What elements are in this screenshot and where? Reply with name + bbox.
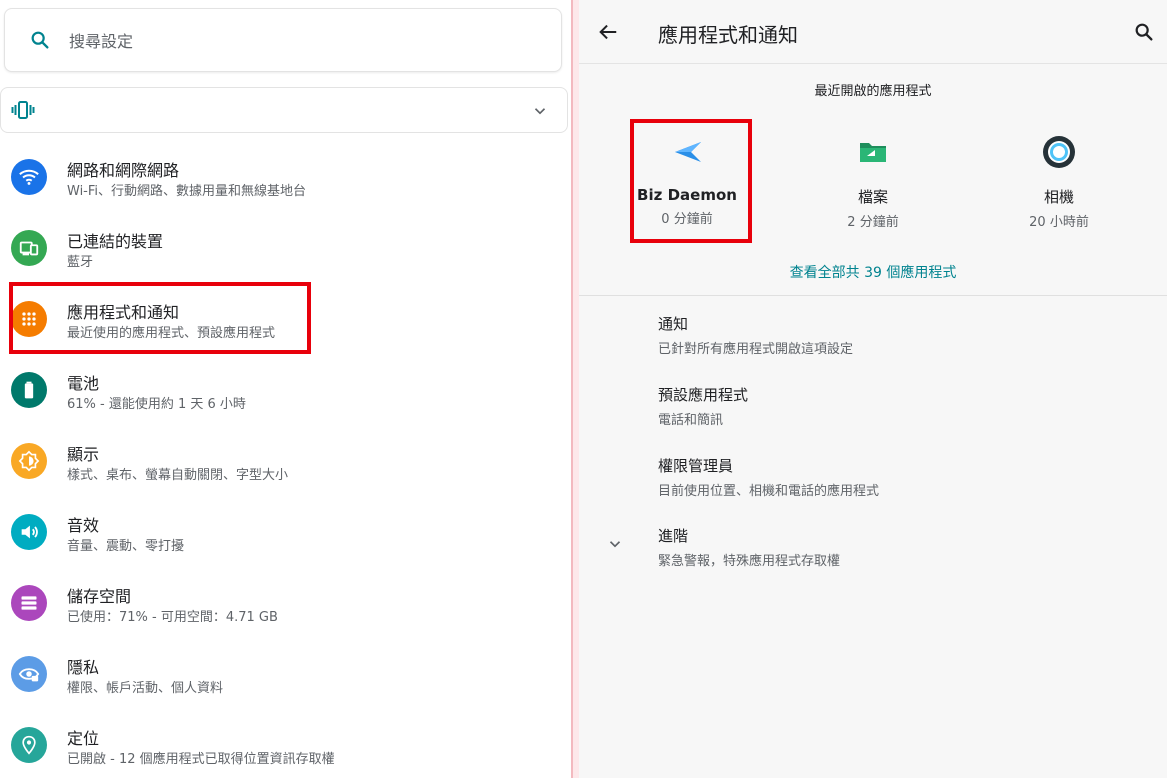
app-name: Biz Daemon (637, 186, 737, 204)
recent-app-camera[interactable]: 相機 20 小時前 (984, 130, 1134, 230)
display-icon (11, 443, 47, 479)
biz-daemon-icon (675, 142, 701, 162)
recent-app-biz-daemon[interactable]: Biz Daemon 0 分鐘前 (612, 130, 762, 227)
page-title: 應用程式和通知 (658, 23, 798, 47)
settings-item-title: 定位 (67, 729, 100, 748)
recent-apps-title: 最近開啟的應用程式 (814, 84, 932, 99)
settings-item-apps[interactable]: 應用程式和通知 最近使用的應用程式、預設應用程式 (0, 287, 570, 351)
see-all-apps-link[interactable]: 查看全部共 39 個應用程式 (579, 262, 1167, 282)
vibrate-suggestion-card[interactable] (0, 87, 568, 133)
recent-app-files[interactable]: 檔案 2 分鐘前 (798, 130, 948, 230)
files-icon (860, 143, 886, 162)
item-subtitle: 緊急警報，特殊應用程式存取權 (658, 554, 841, 569)
item-subtitle: 電話和簡訊 (658, 413, 724, 428)
settings-item-battery[interactable]: 電池 61% - 還能使用約 1 天 6 小時 (0, 358, 570, 422)
item-subtitle: 已針對所有應用程式開啟這項設定 (658, 342, 854, 357)
settings-item-storage[interactable]: 儲存空間 已使用：71% - 可用空間：4.71 GB (0, 571, 570, 635)
sound-icon (11, 514, 47, 550)
panel-divider (571, 0, 579, 778)
back-arrow-icon[interactable] (597, 21, 619, 43)
app-name: 相機 (1043, 188, 1074, 206)
app-time: 20 小時前 (1029, 215, 1089, 230)
settings-item-location[interactable]: 定位 已開啟 - 12 個應用程式已取得位置資訊存取權 (0, 713, 570, 777)
app-time: 0 分鐘前 (661, 212, 713, 227)
privacy-icon (11, 656, 47, 692)
settings-item-subtitle: Wi-Fi、行動網路、數據用量和無線基地台 (67, 184, 307, 199)
advanced-item[interactable]: 進階 緊急警報，特殊應用程式存取權 (658, 525, 1158, 569)
default-apps-item[interactable]: 預設應用程式 電話和簡訊 (658, 384, 1158, 428)
settings-item-subtitle: 樣式、桌布、螢幕自動關閉、字型大小 (67, 468, 289, 483)
top-app-bar: 應用程式和通知 (579, 0, 1167, 64)
vibrate-icon (11, 101, 35, 119)
settings-item-title: 音效 (67, 516, 100, 535)
apps-icon (11, 301, 47, 337)
search-placeholder: 搜尋設定 (69, 32, 134, 51)
settings-item-sound[interactable]: 音效 音量、震動、零打擾 (0, 500, 570, 564)
settings-item-title: 電池 (67, 374, 100, 393)
settings-item-title: 應用程式和通知 (67, 303, 180, 322)
screen: 搜尋設定 網路和網際網路 Wi-Fi、行動網路、數據用量和無線基地台 已連結的裝… (0, 0, 1167, 778)
settings-item-subtitle: 音量、震動、零打擾 (67, 539, 185, 554)
settings-item-subtitle: 已開啟 - 12 個應用程式已取得位置資訊存取權 (67, 752, 335, 767)
search-bar[interactable]: 搜尋設定 (4, 8, 562, 72)
app-name: 檔案 (857, 188, 888, 206)
location-icon (11, 727, 47, 763)
settings-item-title: 顯示 (67, 445, 100, 464)
devices-icon (11, 230, 47, 266)
settings-item-subtitle: 61% - 還能使用約 1 天 6 小時 (67, 397, 246, 412)
search-icon (31, 31, 49, 49)
settings-item-subtitle: 已使用：71% - 可用空間：4.71 GB (67, 610, 278, 625)
chevron-down-icon[interactable] (606, 535, 624, 553)
settings-item-devices[interactable]: 已連結的裝置 藍牙 (0, 216, 570, 280)
item-title: 預設應用程式 (658, 386, 749, 404)
settings-item-subtitle: 最近使用的應用程式、預設應用程式 (67, 326, 276, 341)
settings-panel: 搜尋設定 網路和網際網路 Wi-Fi、行動網路、數據用量和無線基地台 已連結的裝… (0, 0, 570, 778)
chevron-down-icon[interactable] (531, 102, 549, 120)
settings-item-subtitle: 藍牙 (67, 255, 94, 270)
item-subtitle: 目前使用位置、相機和電話的應用程式 (658, 484, 880, 499)
apps-notifications-panel: 應用程式和通知 最近開啟的應用程式 Biz Daemon 0 分鐘前 檔案 2 … (579, 0, 1167, 778)
wifi-icon (11, 159, 47, 195)
settings-item-title: 網路和網際網路 (67, 161, 180, 180)
camera-icon (1043, 136, 1075, 168)
item-title: 進階 (658, 527, 689, 545)
section-divider (579, 295, 1167, 296)
settings-item-title: 隱私 (67, 658, 100, 677)
settings-item-title: 已連結的裝置 (67, 232, 164, 251)
permission-manager-item[interactable]: 權限管理員 目前使用位置、相機和電話的應用程式 (658, 455, 1158, 499)
settings-item-title: 儲存空間 (67, 587, 132, 606)
settings-item-network[interactable]: 網路和網際網路 Wi-Fi、行動網路、數據用量和無線基地台 (0, 145, 570, 209)
app-time: 2 分鐘前 (847, 215, 899, 230)
battery-icon (11, 372, 47, 408)
settings-item-privacy[interactable]: 隱私 權限、帳戶活動、個人資料 (0, 642, 570, 706)
storage-icon (11, 585, 47, 621)
search-icon[interactable] (1133, 21, 1155, 43)
item-title: 權限管理員 (658, 457, 734, 475)
settings-item-subtitle: 權限、帳戶活動、個人資料 (67, 681, 224, 696)
notifications-item[interactable]: 通知 已針對所有應用程式開啟這項設定 (658, 313, 1158, 357)
settings-item-display[interactable]: 顯示 樣式、桌布、螢幕自動關閉、字型大小 (0, 429, 570, 493)
item-title: 通知 (658, 315, 689, 333)
